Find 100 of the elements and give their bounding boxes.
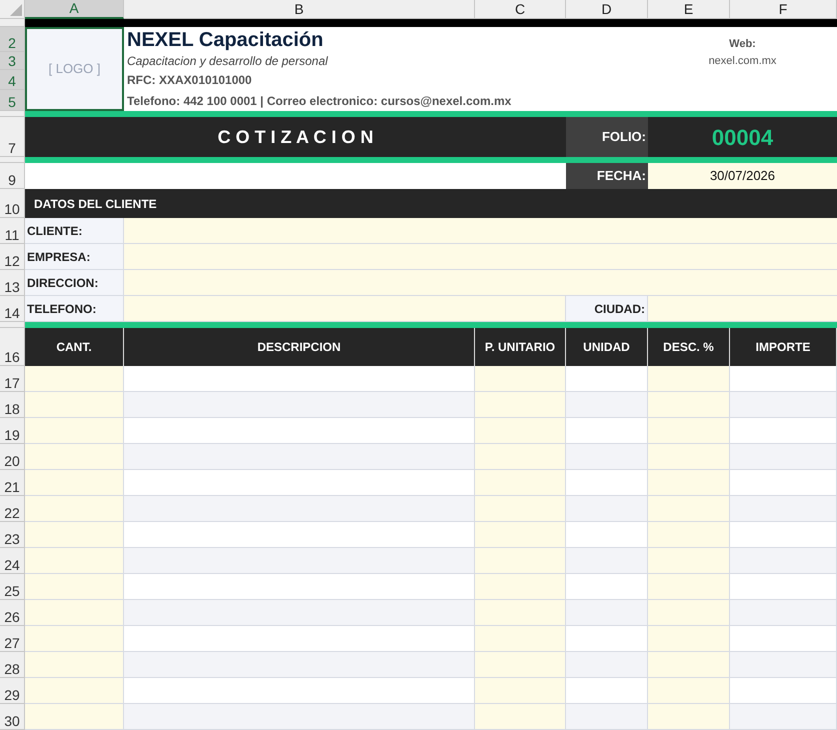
table-cell[interactable] [124,470,475,496]
table-cell[interactable] [648,548,730,574]
row-header[interactable]: 23 [0,522,25,548]
row-header[interactable]: 30 [0,704,25,730]
table-cell[interactable] [124,704,475,730]
row-header[interactable]: 3 [0,52,25,70]
table-cell[interactable] [730,704,837,730]
table-cell[interactable] [124,652,475,678]
table-cell[interactable] [25,678,124,704]
row-header[interactable]: 26 [0,600,25,626]
input-cell[interactable] [124,270,837,296]
row-header[interactable]: 22 [0,496,25,522]
table-cell[interactable] [730,522,837,548]
table-cell[interactable] [25,522,124,548]
row-header[interactable]: 27 [0,626,25,652]
row-header[interactable]: 12 [0,244,25,270]
table-cell[interactable] [124,496,475,522]
table-cell[interactable] [566,418,648,444]
table-cell[interactable] [730,548,837,574]
table-cell[interactable] [648,366,730,392]
row-header[interactable] [0,322,25,328]
table-cell[interactable] [25,626,124,652]
table-cell[interactable] [475,496,566,522]
table-cell[interactable] [25,418,124,444]
table-cell[interactable] [124,392,475,418]
table-cell[interactable] [475,392,566,418]
row-header[interactable]: 18 [0,392,25,418]
table-cell[interactable] [475,574,566,600]
table-cell[interactable] [730,418,837,444]
input-cell[interactable] [124,244,837,270]
column-header[interactable]: B [124,0,475,19]
column-header[interactable]: A [25,0,124,19]
table-cell[interactable] [730,574,837,600]
table-cell[interactable] [730,366,837,392]
table-cell[interactable] [566,574,648,600]
row-header[interactable]: 24 [0,548,25,574]
input-cell[interactable] [648,296,837,322]
row-header[interactable]: 2 [0,27,25,52]
row-header[interactable]: 16 [0,328,25,366]
table-cell[interactable] [648,444,730,470]
row-header[interactable]: 28 [0,652,25,678]
table-cell[interactable] [25,574,124,600]
table-cell[interactable] [648,678,730,704]
table-cell[interactable] [475,600,566,626]
table-cell[interactable] [566,704,648,730]
table-cell[interactable] [475,418,566,444]
table-cell[interactable] [475,652,566,678]
column-header[interactable]: F [730,0,837,19]
table-cell[interactable] [124,444,475,470]
row-header[interactable]: 4 [0,70,25,90]
table-cell[interactable] [124,678,475,704]
date-value[interactable]: 30/07/2026 [648,163,837,189]
row-header[interactable]: 13 [0,270,25,296]
table-cell[interactable] [648,600,730,626]
table-cell[interactable] [566,652,648,678]
table-cell[interactable] [124,600,475,626]
table-cell[interactable] [124,418,475,444]
row-header[interactable]: 25 [0,574,25,600]
column-header[interactable]: C [475,0,566,19]
table-cell[interactable] [475,522,566,548]
table-cell[interactable] [730,496,837,522]
row-header[interactable]: 11 [0,218,25,244]
table-cell[interactable] [124,626,475,652]
column-header[interactable]: E [648,0,730,19]
row-header[interactable]: 20 [0,444,25,470]
row-header[interactable] [0,157,25,163]
input-cell[interactable] [124,218,837,244]
table-cell[interactable] [25,366,124,392]
row-header[interactable]: 9 [0,163,25,189]
row-header[interactable] [0,111,25,117]
table-cell[interactable] [648,470,730,496]
table-cell[interactable] [25,392,124,418]
row-header[interactable]: 21 [0,470,25,496]
table-cell[interactable] [25,470,124,496]
table-cell[interactable] [566,392,648,418]
row-header[interactable]: 19 [0,418,25,444]
table-cell[interactable] [124,366,475,392]
column-header[interactable]: D [566,0,648,19]
table-cell[interactable] [475,548,566,574]
table-cell[interactable] [25,496,124,522]
table-cell[interactable] [566,470,648,496]
table-cell[interactable] [566,600,648,626]
table-cell[interactable] [566,444,648,470]
table-cell[interactable] [648,496,730,522]
table-cell[interactable] [475,626,566,652]
table-cell[interactable] [25,444,124,470]
table-cell[interactable] [648,574,730,600]
table-cell[interactable] [25,704,124,730]
table-cell[interactable] [730,470,837,496]
table-cell[interactable] [730,600,837,626]
table-cell[interactable] [566,626,648,652]
table-cell[interactable] [648,704,730,730]
table-cell[interactable] [124,522,475,548]
table-cell[interactable] [25,548,124,574]
table-cell[interactable] [25,652,124,678]
table-cell[interactable] [124,574,475,600]
table-cell[interactable] [730,678,837,704]
table-cell[interactable] [475,704,566,730]
table-cell[interactable] [648,652,730,678]
row-header[interactable]: 10 [0,189,25,218]
